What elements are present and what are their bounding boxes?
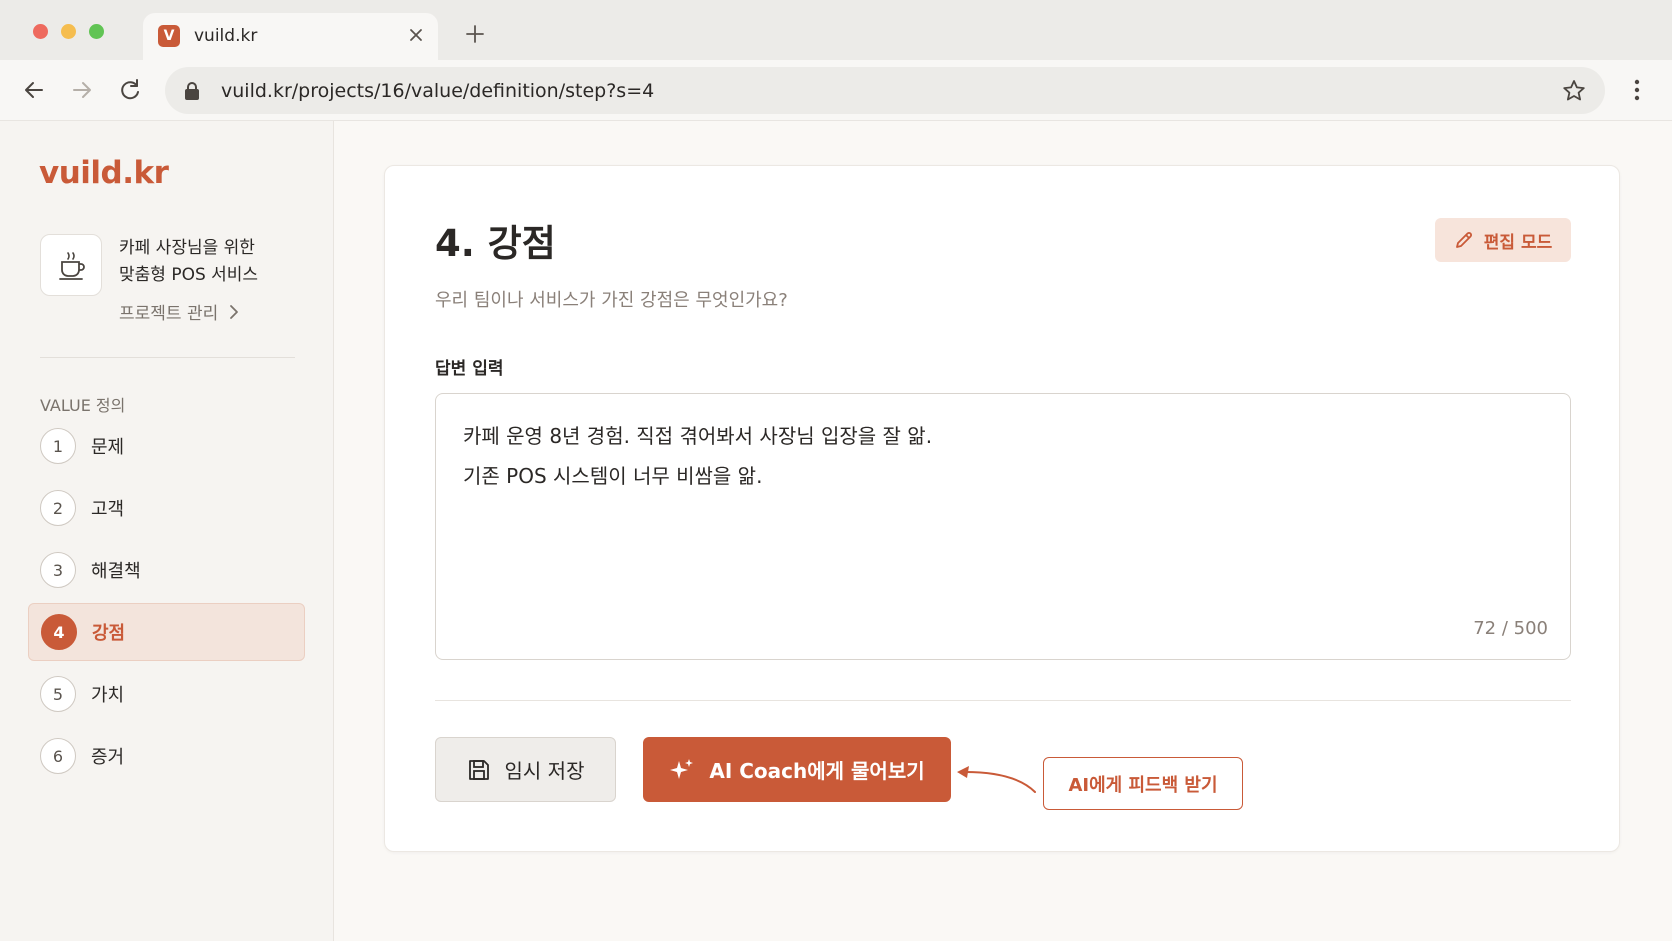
browser-menu-icon[interactable] xyxy=(1625,74,1649,106)
step-label: 고객 xyxy=(91,499,125,520)
section-label: VALUE 정의 xyxy=(40,396,126,415)
browser-tab-bar: V vuild.kr xyxy=(0,0,1672,60)
save-draft-label: 임시 저장 xyxy=(504,759,585,783)
step-label: 가치 xyxy=(91,685,125,706)
answer-text-line: 카페 운영 8년 경험. 직접 겪어봐서 사장님 입장을 잘 앎. xyxy=(463,424,933,448)
address-url[interactable]: vuild.kr/projects/16/value/definition/st… xyxy=(221,80,654,102)
browser-toolbar: vuild.kr/projects/16/value/definition/st… xyxy=(0,60,1672,121)
tab-title: vuild.kr xyxy=(194,26,258,46)
callout-arrow-icon xyxy=(957,766,1036,793)
ai-coach-label: AI Coach에게 물어보기 xyxy=(709,759,925,783)
step-item-3[interactable]: 3 해결책 xyxy=(28,541,305,599)
chevron-right-icon xyxy=(230,304,239,319)
project-manage-label: 프로젝트 관리 xyxy=(119,304,219,324)
browser-tab-active[interactable]: V vuild.kr xyxy=(143,13,438,60)
page-title: 4. 강점 xyxy=(435,222,556,265)
pencil-icon xyxy=(1455,232,1472,248)
step-label: 해결책 xyxy=(91,561,141,582)
forward-arrow-icon[interactable] xyxy=(68,76,96,104)
step-number: 6 xyxy=(40,738,76,774)
address-bar[interactable]: vuild.kr/projects/16/value/definition/st… xyxy=(165,67,1605,114)
project-name-line1: 카페 사장님을 위한 xyxy=(119,238,255,258)
project-icon-box xyxy=(40,234,102,296)
favicon-icon: V xyxy=(158,25,180,47)
step-item-4-active[interactable]: 4 강점 xyxy=(28,603,305,661)
step-label: 문제 xyxy=(91,437,125,458)
step-list: 1 문제 2 고객 3 해결책 4 강점 5 가치 6 증거 xyxy=(28,417,305,789)
bookmark-star-icon[interactable] xyxy=(1561,78,1587,104)
sidebar: vuild.kr 카페 사장님을 위한 맞춤형 POS 서비스 프로젝트 관리 … xyxy=(0,121,334,941)
project-name: 카페 사장님을 위한 맞춤형 POS 서비스 xyxy=(119,235,319,289)
window-minimize-button[interactable] xyxy=(61,24,76,39)
new-tab-icon[interactable] xyxy=(464,23,486,45)
step-number: 2 xyxy=(40,490,76,526)
step-number: 4 xyxy=(41,614,77,650)
card-divider xyxy=(435,700,1571,701)
answer-text-line: 기존 POS 시스템이 너무 비쌈을 앎. xyxy=(463,464,763,488)
lock-icon xyxy=(185,82,199,100)
edit-mode-label: 편집 모드 xyxy=(1483,232,1553,253)
step-label: 증거 xyxy=(91,747,125,768)
step-number: 5 xyxy=(40,676,76,712)
tab-close-icon[interactable] xyxy=(405,24,427,46)
step-item-1[interactable]: 1 문제 xyxy=(28,417,305,475)
answer-textarea[interactable]: 카페 운영 8년 경험. 직접 겪어봐서 사장님 입장을 잘 앎. 기존 POS… xyxy=(435,393,1571,660)
ai-feedback-callout: AI에게 피드백 받기 xyxy=(1043,757,1243,810)
step-item-2[interactable]: 2 고객 xyxy=(28,479,305,537)
step-label: 강점 xyxy=(92,623,126,644)
step-item-5[interactable]: 5 가치 xyxy=(28,665,305,723)
question-subtitle: 우리 팀이나 서비스가 가진 강점은 무엇인가요? xyxy=(435,290,788,311)
step-number: 1 xyxy=(40,428,76,464)
reload-icon[interactable] xyxy=(116,76,144,104)
back-arrow-icon[interactable] xyxy=(20,76,48,104)
coffee-cup-icon xyxy=(59,252,85,280)
sparkle-icon xyxy=(670,758,694,779)
answer-label: 답변 입력 xyxy=(435,359,504,379)
save-disk-icon xyxy=(468,759,489,780)
project-name-line2: 맞춤형 POS 서비스 xyxy=(119,265,259,285)
window-close-button[interactable] xyxy=(33,24,48,39)
step-number: 3 xyxy=(40,552,76,588)
ai-coach-button[interactable]: AI Coach에게 물어보기 xyxy=(643,737,951,802)
window-maximize-button[interactable] xyxy=(89,24,104,39)
step-card: 4. 강점 편집 모드 우리 팀이나 서비스가 가진 강점은 무엇인가요? 답변… xyxy=(384,165,1620,852)
char-counter: 72 / 500 xyxy=(1473,618,1548,639)
save-draft-button[interactable]: 임시 저장 xyxy=(435,737,616,802)
step-item-6[interactable]: 6 증거 xyxy=(28,727,305,785)
sidebar-divider xyxy=(40,357,295,358)
edit-mode-button[interactable]: 편집 모드 xyxy=(1435,218,1571,262)
app-logo[interactable]: vuild.kr xyxy=(39,155,169,191)
project-manage-link[interactable]: 프로젝트 관리 xyxy=(119,299,240,324)
